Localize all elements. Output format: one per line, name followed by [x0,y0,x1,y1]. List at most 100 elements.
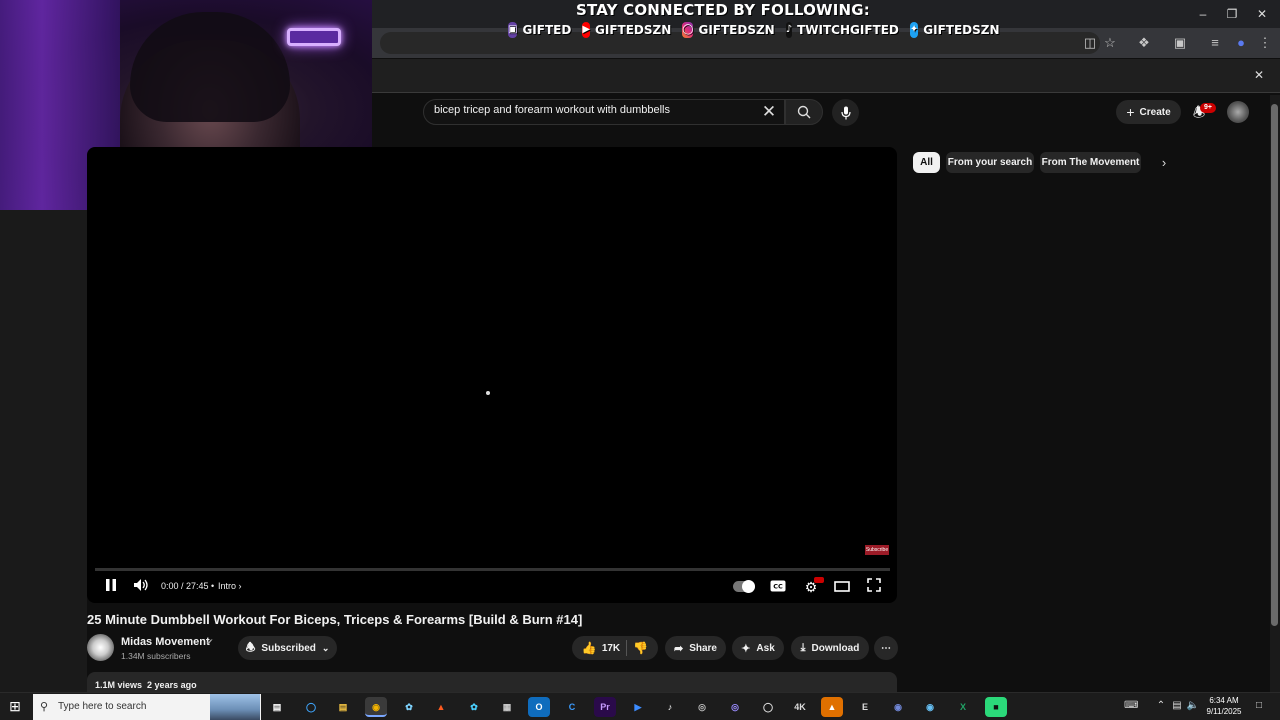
epic-games-icon[interactable]: E [854,697,876,717]
obs-icon[interactable]: ◎ [691,697,713,717]
description-box[interactable] [87,672,897,694]
excel-icon[interactable]: X [952,697,974,717]
pause-button[interactable] [102,578,120,596]
minimize-icon[interactable]: – [1193,6,1213,22]
brave-icon[interactable]: ▲ [430,697,452,717]
more-actions-button[interactable]: ⋯ [874,636,898,660]
restore-icon[interactable]: ❐ [1222,6,1242,22]
fullscreen-icon [867,578,881,592]
chapter-button[interactable]: Intro › [218,581,242,591]
hd-badge [814,577,824,583]
premiere-pro-icon[interactable]: Pr [594,697,616,717]
channel-avatar[interactable] [87,634,114,661]
pause-icon [106,579,116,591]
verified-badge-icon: ✔ [206,637,214,647]
taskbar-search-placeholder: Type here to search [58,701,147,712]
4k-video-downloader-icon[interactable]: 4K [789,697,811,717]
fullscreen-button[interactable] [864,578,884,596]
capcut-icon[interactable]: C [561,697,583,717]
twitter-icon: ✦ [909,22,919,38]
loading-spinner [486,391,490,395]
share-button[interactable]: ➦ Share [665,636,726,660]
upload-age: 2 years ago [147,680,197,690]
taskbar-clock[interactable]: 6:34 AM 9/11/2025 [1198,695,1250,717]
time-display: 0:00 / 27:45 [161,581,209,591]
info-bar [372,59,1280,93]
social-label: GIFTEDSZN [595,23,672,37]
profile-icon[interactable]: ● [1232,35,1250,51]
steam-icon[interactable]: ◉ [919,697,941,717]
neon-sign [287,28,341,46]
app-icon[interactable]: ◎ [724,697,746,717]
social-label: TWITCHGIFTED [797,23,899,37]
dislike-button[interactable]: 👎 [633,641,648,655]
chevron-up-icon[interactable]: ⌃ [1154,700,1168,712]
overlay-title: STAY CONNECTED BY FOLLOWING: [575,1,871,19]
tab-search-icon[interactable]: ≡ [1206,35,1224,51]
notification-badge: 9+ [1200,103,1216,113]
chevron-right-icon: › [238,581,242,591]
notification-center-icon[interactable]: □ [1251,700,1267,712]
chevron-right-icon[interactable]: › [1155,153,1173,173]
ask-button[interactable]: ✦ Ask [732,636,784,660]
thumbs-up-icon: 👍 [581,641,597,655]
bookmark-star-icon[interactable]: ☆ [1101,35,1119,51]
extensions-icon[interactable]: ❖ [1135,35,1153,51]
autoplay-toggle[interactable] [733,580,755,593]
edge-icon[interactable]: ◯ [300,697,322,717]
volume-button[interactable] [132,578,150,596]
progress-bar[interactable] [95,568,890,571]
left-panel [0,210,87,692]
account-avatar[interactable] [1227,101,1249,123]
download-label: Download [811,642,860,654]
media-controls-icon[interactable]: ▣ [1171,35,1189,51]
sparkle-icon: ✦ [741,642,751,655]
channel-name[interactable]: Midas Movement [121,636,210,648]
voice-search-button[interactable] [832,99,859,126]
app-icon[interactable]: ■ [985,697,1007,717]
video-title: 25 Minute Dumbbell Workout For Biceps, T… [87,612,583,627]
task-view-icon[interactable]: ▤ [266,697,288,717]
windows-start-icon[interactable]: ⊞ [6,698,24,714]
copilot-icon[interactable]: ✿ [398,697,420,717]
subscribed-button[interactable]: 🕭 Subscribed ⌄ [238,636,337,660]
video-player[interactable] [87,147,897,603]
theater-mode-button[interactable] [832,578,852,596]
subscribe-watermark[interactable]: Subscribe [865,545,889,555]
file-explorer-icon[interactable]: ▤ [332,697,354,717]
calculator-icon[interactable]: ▦ [496,697,518,717]
browser-menu-icon[interactable]: ⋮ [1256,35,1274,51]
captions-icon: CC [770,580,786,592]
create-button[interactable]: + Create [1116,100,1181,124]
close-infobar-icon[interactable]: ✕ [1254,68,1264,82]
keyboard-icon[interactable]: ⌨ [1124,700,1138,712]
captions-button[interactable]: CC [768,578,788,596]
chip-all[interactable]: All [913,152,940,173]
photos-icon[interactable]: ✿ [463,697,485,717]
bell-icon: 🕭 [245,641,256,654]
clear-search-icon[interactable]: ✕ [758,101,780,123]
tiktok-app-icon[interactable]: ♪ [659,697,681,717]
like-button[interactable]: 👍 17K [582,641,620,655]
plus-icon: + [1126,104,1135,120]
scrollbar-thumb[interactable] [1271,104,1278,626]
overlay-socials: ▣ GIFTED ▶ GIFTEDSZN ◯ GIFTEDSZN ♪ TWITC… [508,20,1000,40]
close-window-icon[interactable]: ✕ [1252,6,1272,22]
app-icon[interactable]: ◯ [757,697,779,717]
media-player-icon[interactable]: ▶ [627,697,649,717]
chip-from-the-movement[interactable]: From The Movement [1040,152,1141,173]
youtube-icon: ▶ [582,22,591,38]
outlook-icon[interactable]: O [528,697,550,717]
svg-text:CC: CC [773,583,783,591]
chrome-icon[interactable]: ◉ [365,697,387,717]
chip-from-your-search[interactable]: From your search [946,152,1034,173]
subscriber-count: 1.34M subscribers [121,651,191,661]
search-icon: ⚲ [40,701,49,713]
download-button[interactable]: ⤓ Download [791,636,869,660]
network-icon[interactable]: ▤ [1170,700,1184,712]
install-app-icon[interactable]: ◫ [1081,35,1099,51]
vlc-icon[interactable]: ▲ [821,697,843,717]
search-button[interactable] [785,99,823,125]
divider [626,640,628,656]
discord-icon[interactable]: ◉ [887,697,909,717]
